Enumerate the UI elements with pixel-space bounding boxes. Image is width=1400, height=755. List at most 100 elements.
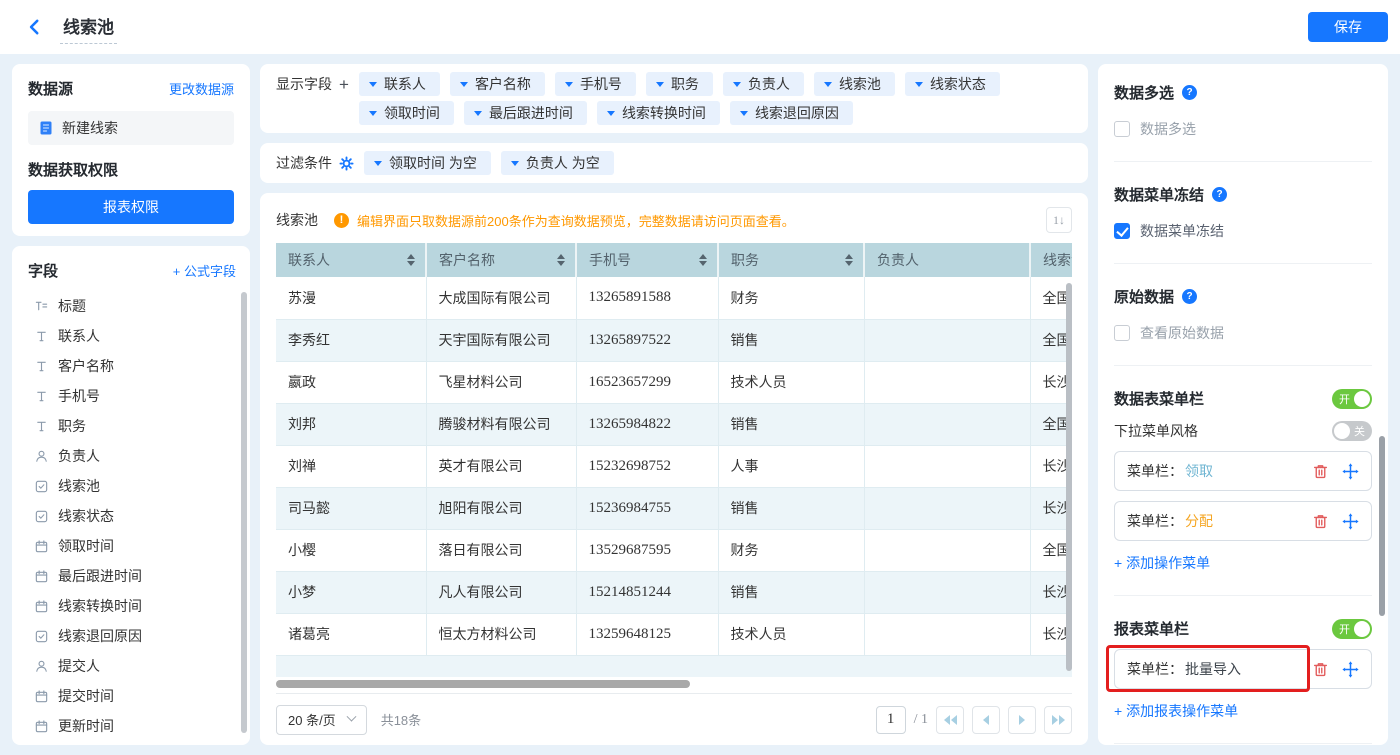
dropdown-style-toggle[interactable]: 关 (1332, 421, 1372, 441)
table-vertical-scrollbar[interactable] (1066, 283, 1072, 671)
field-type-icon (34, 539, 49, 554)
datasource-item[interactable]: 新建线索 (28, 111, 234, 145)
sort-icon[interactable] (845, 254, 853, 266)
report-menu-toggle[interactable]: 开 (1332, 619, 1372, 639)
change-datasource-link[interactable]: 更改数据源 (169, 79, 234, 98)
filter-chip[interactable]: 负责人 为空 (501, 151, 614, 175)
sort-icon[interactable] (699, 254, 707, 266)
page-input[interactable]: 1 (876, 706, 906, 734)
checkbox-row[interactable]: 数据菜单冻结 (1114, 221, 1372, 241)
delete-icon[interactable] (1312, 661, 1329, 678)
filter-label: 过滤条件 (276, 153, 332, 173)
prev-page-button[interactable] (972, 706, 1000, 734)
help-icon[interactable]: ? (1212, 187, 1227, 202)
field-item[interactable]: 线索转换时间 (28, 591, 236, 621)
table-row[interactable]: 嬴政飞星材料公司16523657299技术人员长沙线索 (276, 361, 1072, 403)
field-item[interactable]: 线索状态 (28, 501, 236, 531)
field-item[interactable]: 提交人 (28, 651, 236, 681)
table-row[interactable]: 小樱落日有限公司13529687595财务全国线索 (276, 529, 1072, 571)
field-item-label: 手机号 (58, 386, 100, 406)
divider (1114, 263, 1372, 264)
table-cell: 技术人员 (718, 613, 864, 655)
field-item[interactable]: 提交时间 (28, 681, 236, 711)
next-page-button[interactable] (1008, 706, 1036, 734)
report-permission-button[interactable]: 报表权限 (28, 190, 234, 224)
display-field-chip[interactable]: 客户名称 (450, 72, 545, 96)
menu-bar-item[interactable]: 菜单栏： 领取 (1114, 451, 1372, 491)
sort-icon[interactable] (407, 254, 415, 266)
display-field-chip[interactable]: 负责人 (723, 72, 804, 96)
checkbox[interactable] (1114, 223, 1130, 239)
checkbox-row[interactable]: 数据多选 (1114, 119, 1372, 139)
column-header[interactable]: 线索池 (1030, 243, 1072, 277)
menu-bar-item[interactable]: 菜单栏： 分配 (1114, 501, 1372, 541)
table-row[interactable]: 诸葛亮恒太方材料公司13259648125技术人员长沙线索 (276, 613, 1072, 655)
move-icon[interactable] (1342, 463, 1359, 480)
sort-icon[interactable] (557, 254, 565, 266)
add-display-field-button[interactable]: + (339, 76, 349, 93)
table-row[interactable]: 刘禅英才有限公司15232698752人事长沙线索 (276, 445, 1072, 487)
display-field-chip[interactable]: 联系人 (359, 72, 440, 96)
field-item[interactable]: 手机号 (28, 381, 236, 411)
help-icon[interactable]: ? (1182, 289, 1197, 304)
last-page-button[interactable] (1044, 706, 1072, 734)
field-item[interactable]: 线索池 (28, 471, 236, 501)
page-size-select[interactable]: 20 条/页 (276, 705, 367, 735)
table-cell: 大成国际有限公司 (426, 277, 576, 319)
field-item[interactable]: 负责人 (28, 441, 236, 471)
column-header[interactable]: 手机号 (576, 243, 718, 277)
table-menu-toggle[interactable]: 开 (1332, 389, 1372, 409)
field-item[interactable]: 最后跟进时间 (28, 561, 236, 591)
settings-scrollbar[interactable] (1379, 436, 1385, 616)
menu-bar-item[interactable]: 菜单栏： 批量导入 (1114, 649, 1372, 689)
display-field-chip[interactable]: 最后跟进时间 (464, 101, 587, 125)
move-icon[interactable] (1342, 513, 1359, 530)
help-icon[interactable]: ? (1182, 85, 1197, 100)
display-field-chip[interactable]: 职务 (646, 72, 713, 96)
preview-notice: 编辑界面只取数据源前200条作为查询数据预览，完整数据请访问页面查看。 (357, 211, 795, 230)
table-row[interactable]: 刘邦腾骏材料有限公司13265984822销售全国线索 (276, 403, 1072, 445)
display-field-chip[interactable]: 线索池 (814, 72, 895, 96)
field-item[interactable]: 联系人 (28, 321, 236, 351)
add-action-menu-link[interactable]: + 添加操作菜单 (1114, 553, 1210, 573)
display-field-chip[interactable]: 领取时间 (359, 101, 454, 125)
column-header[interactable]: 职务 (718, 243, 864, 277)
checkbox[interactable] (1114, 325, 1130, 341)
table-row[interactable]: 司马懿旭阳有限公司15236984755销售长沙线索 (276, 487, 1072, 529)
sort-order-button[interactable]: 1↓ (1046, 207, 1072, 233)
table-horizontal-scrollbar[interactable] (276, 680, 690, 688)
delete-icon[interactable] (1312, 463, 1329, 480)
display-field-chip[interactable]: 手机号 (555, 72, 636, 96)
field-type-icon (34, 419, 49, 434)
chip-label: 手机号 (580, 74, 622, 94)
move-icon[interactable] (1342, 661, 1359, 678)
field-type-icon (34, 329, 49, 344)
display-field-chip[interactable]: 线索状态 (905, 72, 1000, 96)
field-item[interactable]: 客户名称 (28, 351, 236, 381)
column-header[interactable]: 联系人 (276, 243, 426, 277)
save-button[interactable]: 保存 (1308, 12, 1388, 42)
filter-settings-gear-icon[interactable] (339, 156, 354, 171)
add-formula-field-link[interactable]: + 公式字段 (173, 261, 236, 280)
table-row[interactable]: 苏漫大成国际有限公司13265891588财务全国线索 (276, 277, 1072, 319)
checkbox-row[interactable]: 查看原始数据 (1114, 323, 1372, 343)
add-report-menu-link[interactable]: + 添加报表操作菜单 (1114, 701, 1238, 721)
field-item[interactable]: 更新时间 (28, 711, 236, 741)
filter-chip[interactable]: 领取时间 为空 (364, 151, 491, 175)
back-button[interactable] (26, 18, 44, 36)
column-header[interactable]: 客户名称 (426, 243, 576, 277)
preview-table: 联系人客户名称手机号职务负责人线索池 苏漫大成国际有限公司13265891588… (276, 243, 1072, 677)
field-item[interactable]: 标题 (28, 291, 236, 321)
column-header[interactable]: 负责人 (864, 243, 1030, 277)
field-item[interactable]: 职务 (28, 411, 236, 441)
field-item[interactable]: 领取时间 (28, 531, 236, 561)
table-row[interactable]: 李秀红天宇国际有限公司13265897522销售全国线索 (276, 319, 1072, 361)
checkbox[interactable] (1114, 121, 1130, 137)
field-item[interactable]: 线索退回原因 (28, 621, 236, 651)
display-field-chip[interactable]: 线索转换时间 (597, 101, 720, 125)
first-page-button[interactable] (936, 706, 964, 734)
delete-icon[interactable] (1312, 513, 1329, 530)
display-field-chip[interactable]: 线索退回原因 (730, 101, 853, 125)
table-row[interactable]: 小梦凡人有限公司15214851244销售长沙线索 (276, 571, 1072, 613)
fields-scrollbar[interactable] (241, 292, 247, 733)
